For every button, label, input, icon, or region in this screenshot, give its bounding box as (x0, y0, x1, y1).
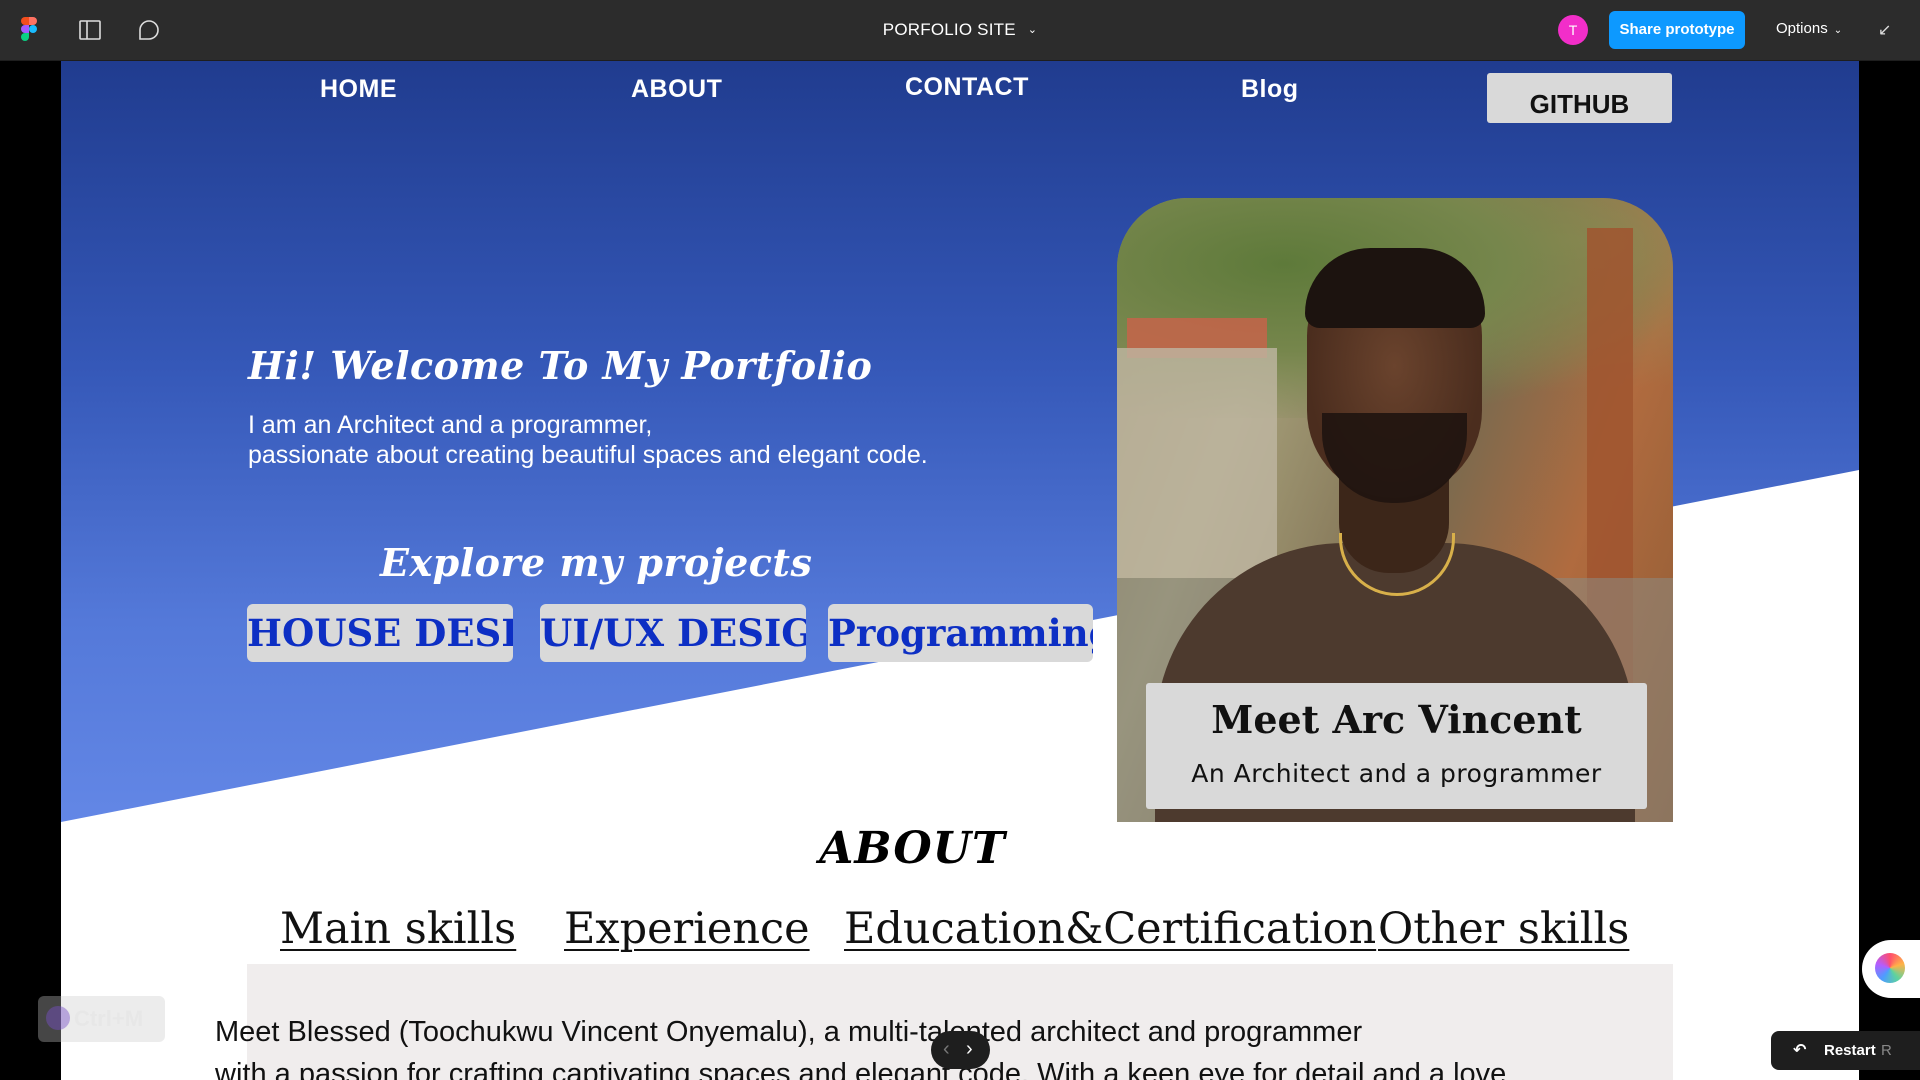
chevron-right-icon[interactable]: › (966, 1031, 973, 1067)
avatar[interactable]: T (1558, 15, 1588, 45)
collapse-icon[interactable]: ↙ (1878, 20, 1891, 40)
comment-icon[interactable] (137, 18, 161, 42)
restart-shortcut-key: R (1881, 1042, 1892, 1059)
prototype-pager: ‹ › (931, 1031, 990, 1069)
hero-subtitle-line2: passionate about creating beautiful spac… (248, 441, 928, 469)
sidebar-toggle-icon[interactable] (78, 18, 102, 42)
shortcut-hint[interactable]: Ctrl+M (38, 996, 165, 1042)
tab-experience[interactable]: Experience (564, 904, 810, 954)
options-label: Options (1776, 20, 1828, 37)
profile-role: An Architect and a programmer (1191, 759, 1602, 788)
uiux-design-button[interactable]: UI/UX DESIGN (540, 604, 806, 662)
about-text-line2: with a passion for crafting captivating … (215, 1058, 1507, 1080)
nav-blog[interactable]: Blog (1241, 75, 1299, 104)
nav-about[interactable]: ABOUT (631, 75, 722, 104)
hero-subtitle-line1: I am an Architect and a programmer, (248, 411, 653, 439)
nav-home[interactable]: HOME (320, 75, 397, 104)
chevron-left-icon[interactable]: ‹ (943, 1031, 950, 1067)
chevron-down-icon: ⌄ (1833, 25, 1843, 36)
extension-icon (46, 1006, 70, 1031)
document-title-text[interactable]: PORFOLIO SITE (883, 20, 1016, 39)
prototype-frame: HOME ABOUT CONTACT Blog GITHUB Hi! Welco… (61, 61, 1859, 1080)
tab-other-skills[interactable]: Other skills (1378, 904, 1629, 954)
about-text: Meet Blessed (Toochukwu Vincent Onyemalu… (215, 1011, 1595, 1080)
chevron-down-icon[interactable]: ⌄ (1028, 23, 1037, 36)
hero-subtitle: I am an Architect and a programmer, pass… (248, 410, 928, 470)
tab-main-skills[interactable]: Main skills (280, 904, 516, 954)
programming-button[interactable]: Programming (828, 604, 1093, 662)
options-menu[interactable]: Options ⌄ (1776, 20, 1842, 37)
profile-name: Meet Arc Vincent (1211, 697, 1582, 742)
figma-logo-icon[interactable] (21, 17, 37, 41)
github-button[interactable]: GITHUB (1487, 73, 1672, 123)
restart-label: Restart (1824, 1042, 1876, 1059)
about-text-line1: Meet Blessed (Toochukwu Vincent Onyemalu… (215, 1016, 1363, 1048)
profile-caption: Meet Arc Vincent An Architect and a prog… (1146, 683, 1647, 809)
brain-extension-icon[interactable] (1862, 940, 1920, 998)
shortcut-label: Ctrl+M (74, 1006, 144, 1031)
undo-arrow-icon: ↶ (1793, 1042, 1807, 1059)
about-heading: ABOUT (819, 823, 1006, 874)
hero-title: Hi! Welcome To My Portfolio (248, 343, 873, 388)
restart-button[interactable]: ↶ Restart R (1771, 1031, 1920, 1070)
explore-heading: Explore my projects (380, 540, 813, 585)
nav-contact[interactable]: CONTACT (905, 73, 1029, 102)
share-prototype-button[interactable]: Share prototype (1609, 11, 1745, 49)
tab-education-certification[interactable]: Education&Certification (844, 904, 1376, 954)
figma-toolbar: PORFOLIO SITE ⌄ T Share prototype Options… (0, 0, 1920, 61)
house-design-button[interactable]: HOUSE DESIGN (247, 604, 513, 662)
